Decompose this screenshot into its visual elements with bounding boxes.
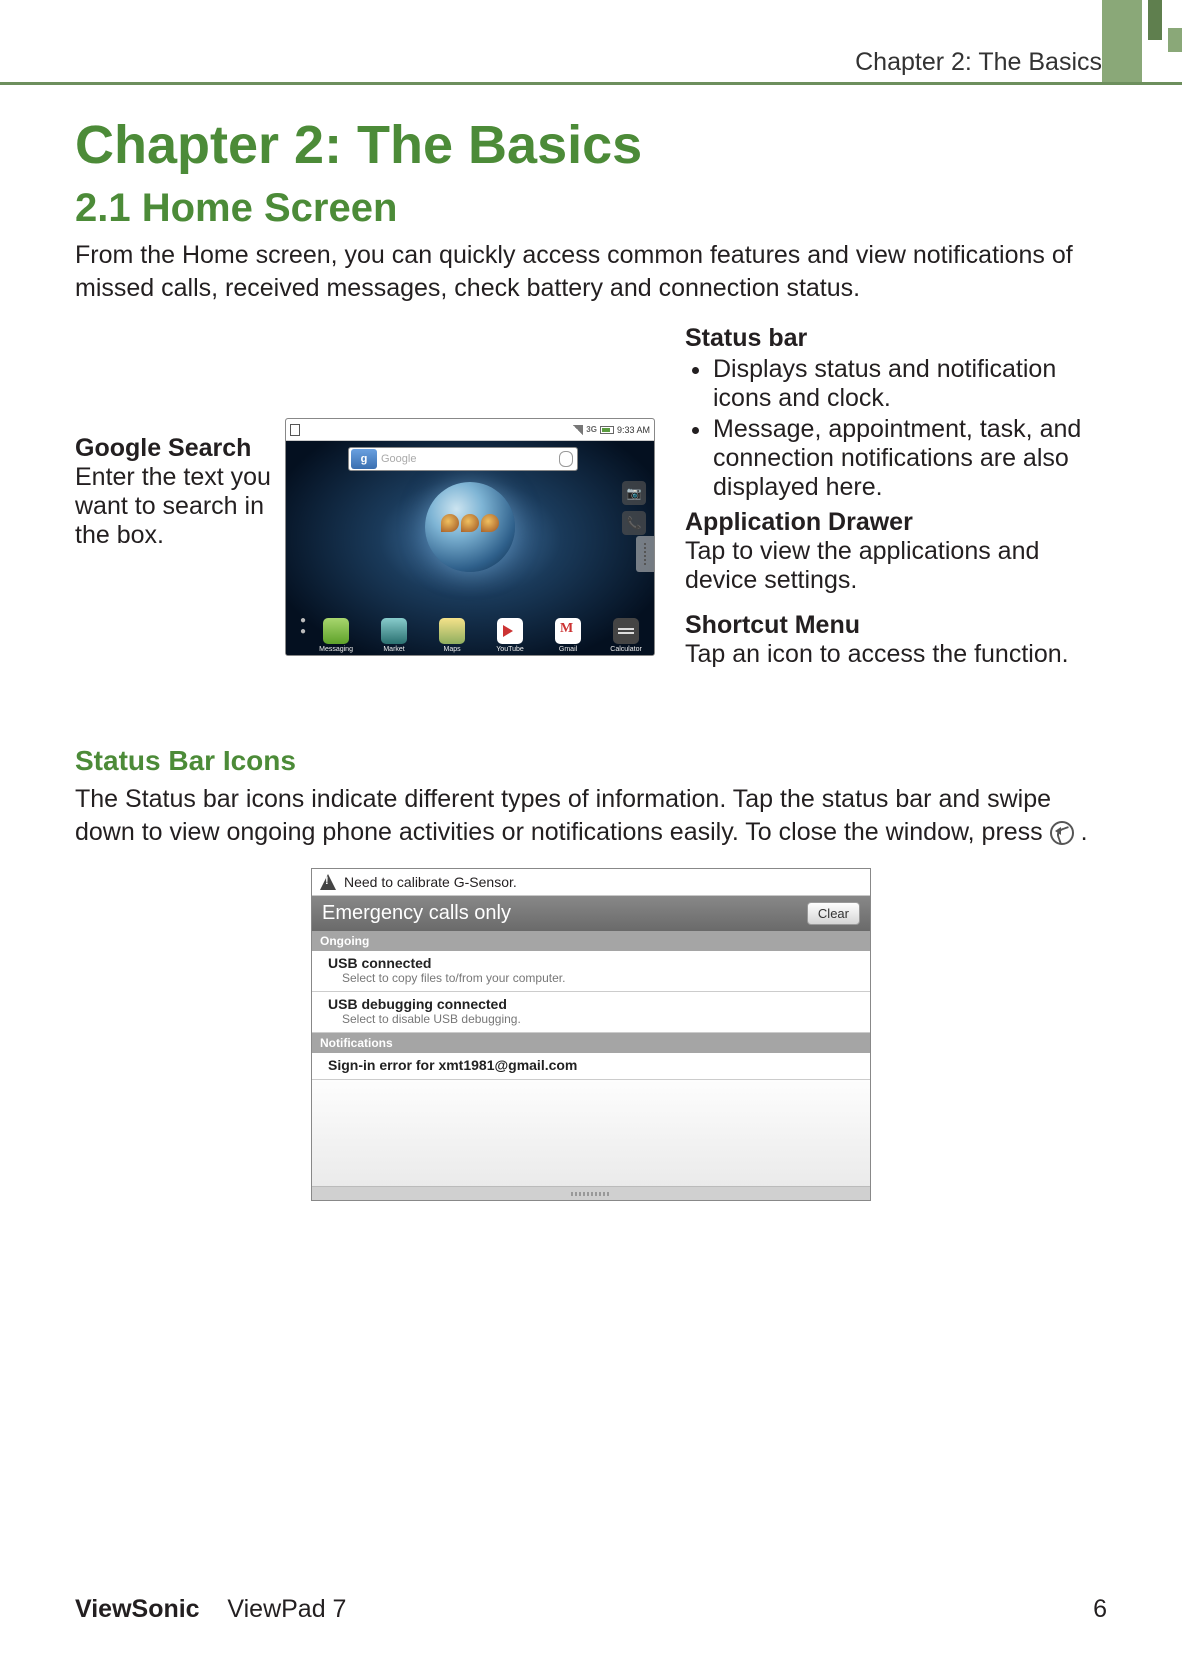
shortcut-dock: ● ● Messaging Market Maps YouTube Gmail … [286,609,654,653]
mic-icon[interactable] [559,451,573,467]
page-footer: ViewSonic ViewPad 7 6 [75,1595,1107,1624]
clear-button[interactable]: Clear [807,902,860,925]
callout-google-search: Google Search Enter the text you want to… [75,434,285,550]
google-search-widget[interactable]: g Google [348,447,578,471]
app-maps[interactable]: Maps [432,618,472,653]
signal-3g-icon: 3G [586,425,597,434]
app-gmail[interactable]: Gmail [548,618,588,653]
app-messaging[interactable]: Messaging [316,618,356,653]
chapter-title: Chapter 2: The Basics [75,114,1107,176]
running-header: Chapter 2: The Basics [855,48,1102,77]
callout-title: Status bar [685,324,1107,353]
carrier-text: Emergency calls only [322,902,511,925]
callout-title: Application Drawer [685,508,1107,537]
notif-item[interactable]: USB connected Select to copy files to/fr… [312,951,870,992]
wallpaper-birds [441,514,499,532]
page-indicator-left: ● ● [300,615,306,653]
notif-section-ongoing: Ongoing [312,931,870,951]
callout-status-bar: Status bar Displays status and notificat… [685,324,1107,502]
callout-bullet: Displays status and notification icons a… [713,355,1107,413]
home-screen-diagram: Google Search Enter the text you want to… [75,324,1107,675]
intro-paragraph: From the Home screen, you can quickly ac… [75,239,1107,304]
footer-product: ViewPad 7 [227,1595,346,1623]
callout-desc: Tap to view the applications and device … [685,537,1107,595]
callout-title: Shortcut Menu [685,611,1107,640]
usb-indicator-icon [290,424,300,436]
app-calculator[interactable]: Calculator [606,618,646,653]
google-g-icon: g [351,449,377,469]
section-heading: 2.1 Home Screen [75,186,1107,231]
app-drawer-handle[interactable] [636,536,654,572]
callout-desc: Enter the text you want to search in the… [75,463,285,550]
page-number: 6 [1093,1595,1107,1624]
search-placeholder: Google [381,453,559,465]
callout-desc: Tap an icon to access the function. [685,640,1107,669]
footer-brand: ViewSonic [75,1595,200,1623]
notif-section-notifications: Notifications [312,1033,870,1053]
notif-item[interactable]: USB debugging connected Select to disabl… [312,992,870,1033]
notif-empty-area [312,1080,870,1200]
callout-shortcut-menu: Shortcut Menu Tap an icon to access the … [685,611,1107,669]
warning-icon [320,874,336,890]
panel-drag-handle[interactable] [312,1186,870,1200]
tablet-status-bar: 3G 9:33 AM [286,419,654,441]
notif-carrier-row: Emergency calls only Clear [312,896,870,931]
tablet-screenshot: 3G 9:33 AM g Google [285,418,665,656]
notification-panel-screenshot: Need to calibrate G-Sensor. Emergency ca… [311,868,871,1201]
callout-title: Google Search [75,434,285,463]
status-icons-paragraph: The Status bar icons indicate different … [75,783,1107,848]
signal-icon [573,425,583,435]
callout-app-drawer: Application Drawer Tap to view the appli… [685,508,1107,595]
notif-item[interactable]: Sign-in error for xmt1981@gmail.com [312,1053,870,1080]
header-color-blocks [1102,0,1182,82]
app-market[interactable]: Market [374,618,414,653]
callout-bullet: Message, appointment, task, and connecti… [713,415,1107,502]
notif-top-notice: Need to calibrate G-Sensor. [312,869,870,896]
subsection-heading: Status Bar Icons [75,745,1107,777]
battery-icon [600,426,614,434]
header-rule [0,82,1182,85]
status-time: 9:33 AM [617,425,650,435]
back-icon [1050,821,1074,845]
app-youtube[interactable]: YouTube [490,618,530,653]
camera-icon[interactable]: 📷 [622,481,646,505]
phone-icon[interactable]: 📞 [622,511,646,535]
